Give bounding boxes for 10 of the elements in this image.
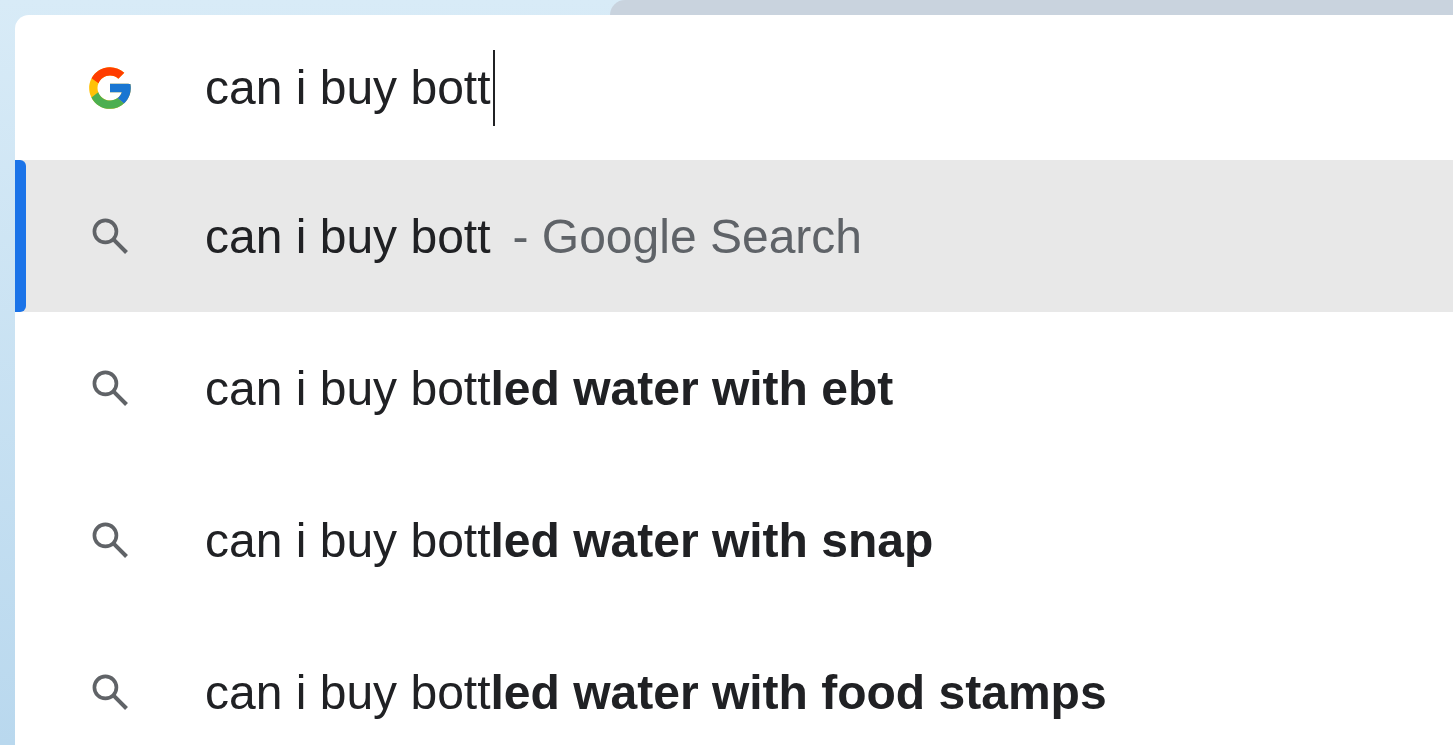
- suggestion-item[interactable]: can i buy bottled water with snap: [15, 464, 1453, 616]
- suggestion-item[interactable]: can i buy bottled water with food stamps: [15, 616, 1453, 745]
- suggestion-text: can i buy bott: [205, 208, 491, 264]
- address-bar-input[interactable]: can i buy bott: [205, 49, 495, 126]
- suggestion-item[interactable]: can i buy bottled water with ebt: [15, 312, 1453, 464]
- suggestion-description: - Google Search: [512, 208, 863, 264]
- suggestion-item[interactable]: can i buy bott - Google Search: [15, 160, 1453, 312]
- suggestion-text: can i buy bottled water with snap: [205, 512, 934, 568]
- suggestion-text: can i buy bottled water with ebt: [205, 360, 894, 416]
- suggestion-text: can i buy bottled water with food stamps: [205, 664, 1107, 720]
